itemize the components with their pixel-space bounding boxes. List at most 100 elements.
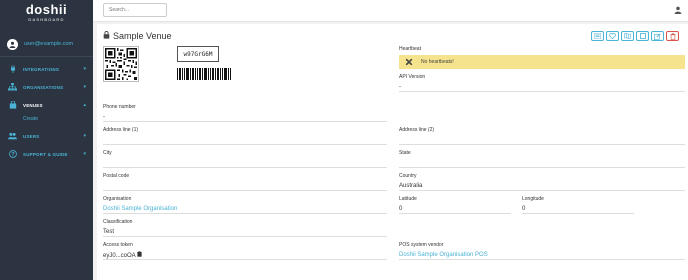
pos-vendor-field: POS system vendor Doshii Sample Organisa… xyxy=(399,242,685,260)
phone-value: - xyxy=(103,113,387,122)
pos-vendor-label: POS system vendor xyxy=(399,242,444,248)
heartbeat-label: Heartbeat xyxy=(399,46,421,52)
sidebar-item-label: INTEGRATIONS xyxy=(23,66,60,72)
sidebar-item-label: SUPPORT & GUIDE xyxy=(23,151,68,157)
user-avatar-icon xyxy=(7,38,18,50)
address2-label: Address line (2) xyxy=(399,127,435,133)
action-toolbar xyxy=(591,31,679,41)
api-version-field: API Version - xyxy=(399,74,685,92)
sidebar-item-support[interactable]: ? SUPPORT & GUIDE ▾ xyxy=(8,149,86,159)
latitude-value: 0 xyxy=(399,205,511,214)
chevron-up-icon: ▴ xyxy=(83,102,86,108)
phone-label: Phone number xyxy=(103,104,136,110)
phone-field: Phone number - xyxy=(103,104,387,122)
sidebar-item-users[interactable]: USERS ▾ xyxy=(8,131,86,141)
postal-field: Postal code xyxy=(103,173,387,191)
logo[interactable]: doshii DASHBOARD xyxy=(0,0,93,28)
heartbeat-button[interactable] xyxy=(606,31,619,41)
clipboard-icon[interactable] xyxy=(137,251,142,259)
address1-value xyxy=(103,136,387,145)
country-label: Country xyxy=(399,173,417,179)
postal-label: Postal code xyxy=(103,173,130,179)
lock-icon xyxy=(103,31,110,41)
city-value xyxy=(103,159,387,168)
state-value xyxy=(399,159,685,168)
logo-wordmark: doshii xyxy=(25,2,68,17)
map-button[interactable] xyxy=(621,31,634,41)
country-field: Country Australia xyxy=(399,173,685,191)
postal-value xyxy=(103,182,387,191)
heartbeat-message: No heartbeats! xyxy=(421,59,454,65)
heart-icon xyxy=(609,33,616,39)
shopping-bag-icon xyxy=(8,101,17,110)
pos-vendor-link[interactable]: Doshii Sample Organisation POS xyxy=(399,251,685,260)
access-token-value: eyJ0...coOA xyxy=(103,253,136,259)
classification-label: Classification xyxy=(103,219,133,225)
delete-button[interactable] xyxy=(666,31,679,41)
venue-card: Sample Venue w97GrG6M Heartbeat No heart… xyxy=(97,24,688,280)
help-circle-icon: ? xyxy=(8,150,17,159)
users-icon xyxy=(8,132,17,141)
classification-value: Test xyxy=(103,228,387,237)
sidebar-subitem-create[interactable]: Create xyxy=(23,116,38,122)
address1-field: Address line (1) xyxy=(103,127,387,145)
longitude-value: 0 xyxy=(522,205,634,214)
latitude-field: Latitude 0 xyxy=(399,196,511,214)
access-token-row: eyJ0...coOA xyxy=(103,251,387,260)
sidebar-item-organisations[interactable]: ORGANISATIONS ▾ xyxy=(8,82,86,92)
view-button[interactable] xyxy=(636,31,649,41)
list-button[interactable] xyxy=(591,31,604,41)
sidebar-item-venues[interactable]: VENUES ▴ xyxy=(8,100,86,110)
search-input[interactable] xyxy=(103,3,167,17)
logo-subtitle: DASHBOARD xyxy=(28,17,65,22)
map-icon xyxy=(624,33,631,39)
address2-field: Address line (2) xyxy=(399,127,685,145)
user-menu[interactable]: user@example.com xyxy=(7,38,73,50)
sidebar: doshii DASHBOARD user@example.com INTEGR… xyxy=(0,0,93,280)
city-label: City xyxy=(103,150,112,156)
trash-icon xyxy=(670,32,675,40)
edit-icon xyxy=(654,32,661,40)
sidebar-item-integrations[interactable]: INTEGRATIONS ▾ xyxy=(8,64,86,74)
user-email[interactable]: user@example.com xyxy=(24,41,73,47)
organisation-label: Organisation xyxy=(103,196,132,202)
chevron-down-icon: ▾ xyxy=(83,151,86,157)
heartbeat-alert: No heartbeats! xyxy=(399,55,685,69)
barcode xyxy=(177,68,231,80)
qr-code-icon xyxy=(105,48,137,80)
chevron-down-icon: ▾ xyxy=(83,84,86,90)
venue-title: Sample Venue xyxy=(113,31,172,41)
heartbeat-field: Heartbeat xyxy=(399,46,685,53)
longitude-label: Longitude xyxy=(522,196,544,202)
organisation-link[interactable]: Doshii Sample Organisation xyxy=(103,205,387,214)
list-icon xyxy=(594,33,601,39)
api-version-value: - xyxy=(399,83,685,92)
latitude-label: Latitude xyxy=(399,196,417,202)
country-value: Australia xyxy=(399,182,685,191)
address2-value xyxy=(399,136,685,145)
chevron-down-icon: ▾ xyxy=(83,133,86,139)
square-icon xyxy=(639,33,646,39)
svg-text:?: ? xyxy=(11,152,14,158)
organisation-field: Organisation Doshii Sample Organisation xyxy=(103,196,387,214)
classification-field: Classification Test xyxy=(103,219,387,237)
sidebar-item-label: USERS xyxy=(23,133,40,139)
top-bar xyxy=(93,0,688,22)
user-icon[interactable] xyxy=(674,6,682,14)
sidebar-item-label: VENUES xyxy=(23,102,43,108)
state-field: State xyxy=(399,150,685,168)
page-title: Sample Venue xyxy=(103,31,172,41)
sidebar-divider xyxy=(0,56,93,57)
plug-icon xyxy=(8,65,17,74)
access-token-label: Access token xyxy=(103,242,133,248)
city-field: City xyxy=(103,150,387,168)
qr-code xyxy=(103,46,139,82)
sidebar-item-label: ORGANISATIONS xyxy=(23,84,64,90)
longitude-field: Longitude 0 xyxy=(522,196,634,214)
api-version-label: API Version xyxy=(399,74,426,80)
access-token-field: Access token eyJ0...coOA xyxy=(103,242,387,260)
barcode-icon xyxy=(177,68,231,80)
close-icon xyxy=(405,58,413,66)
edit-button[interactable] xyxy=(651,31,664,41)
chevron-down-icon: ▾ xyxy=(83,66,86,72)
